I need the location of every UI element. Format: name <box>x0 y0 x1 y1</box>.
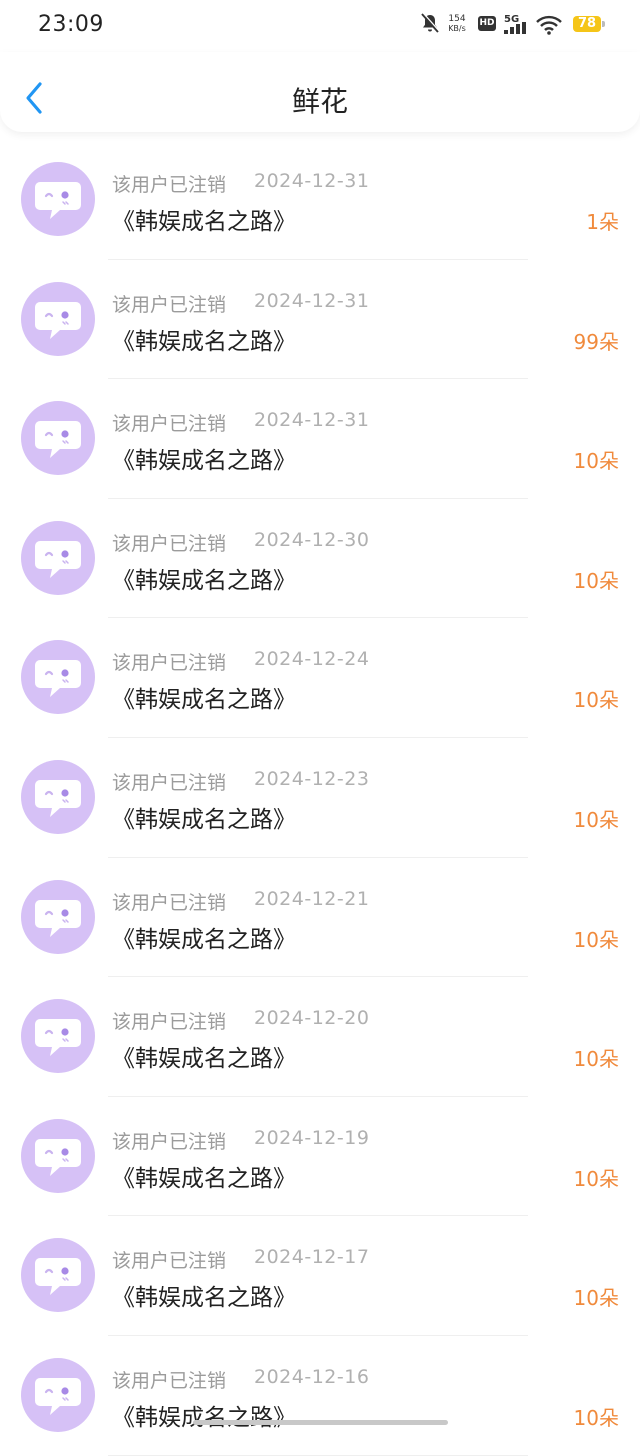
record-date: 2024-12-24 <box>254 648 370 671</box>
chat-bubble-face-icon <box>35 540 81 578</box>
flower-count: 10朵 <box>573 688 619 713</box>
flower-count: 10朵 <box>573 1166 619 1191</box>
avatar[interactable] <box>21 1238 95 1313</box>
record-date: 2024-12-30 <box>254 528 370 551</box>
username: 该用户已注销 <box>112 532 227 555</box>
username: 该用户已注销 <box>112 1250 227 1273</box>
list-item[interactable]: 该用户已注销 2024-12-21 《韩娱成名之路》 10朵 <box>0 858 640 978</box>
avatar[interactable] <box>21 520 95 595</box>
list-item[interactable]: 该用户已注销 2024-12-31 《韩娱成名之路》 10朵 <box>0 379 640 499</box>
net-speed: 154 KB/s <box>448 14 466 33</box>
chat-bubble-face-icon <box>35 421 81 459</box>
flower-count: 10朵 <box>573 1047 619 1072</box>
signal-bars-icon <box>504 22 526 34</box>
flower-count: 99朵 <box>573 329 619 354</box>
list-item[interactable]: 该用户已注销 2024-12-31 《韩娱成名之路》 1朵 <box>0 140 640 260</box>
home-indicator[interactable] <box>193 1420 448 1425</box>
book-title[interactable]: 《韩娱成名之路》 <box>112 800 296 834</box>
username: 该用户已注销 <box>112 1369 227 1392</box>
flower-record-list: 该用户已注销 2024-12-31 《韩娱成名之路》 1朵 该用户已注销 2024-12-… <box>0 140 640 1456</box>
avatar[interactable] <box>21 1118 95 1193</box>
list-item[interactable]: 该用户已注销 2024-12-23 《韩娱成名之路》 10朵 <box>0 738 640 858</box>
chat-bubble-face-icon <box>35 1377 81 1415</box>
username: 该用户已注销 <box>112 771 227 794</box>
wifi-icon <box>536 15 562 35</box>
status-time: 23:09 <box>38 12 104 37</box>
page-title: 鲜花 <box>291 85 348 118</box>
record-date: 2024-12-21 <box>254 887 370 910</box>
avatar[interactable] <box>21 281 95 356</box>
avatar[interactable] <box>21 999 95 1074</box>
avatar[interactable] <box>21 401 95 476</box>
chat-bubble-face-icon <box>35 301 81 339</box>
chat-bubble-face-icon <box>35 182 81 219</box>
chat-bubble-face-icon <box>35 779 81 817</box>
record-date: 2024-12-31 <box>254 409 370 432</box>
flower-count: 10朵 <box>573 807 619 832</box>
chat-bubble-face-icon <box>35 1138 81 1176</box>
list-item[interactable]: 该用户已注销 2024-12-30 《韩娱成名之路》 10朵 <box>0 499 640 619</box>
record-date: 2024-12-23 <box>254 767 370 790</box>
list-item[interactable]: 该用户已注销 2024-12-17 《韩娱成名之路》 10朵 <box>0 1216 640 1336</box>
record-date: 2024-12-31 <box>254 289 370 312</box>
chat-bubble-face-icon <box>35 899 81 937</box>
list-item[interactable]: 该用户已注销 2024-12-19 《韩娱成名之路》 10朵 <box>0 1097 640 1217</box>
list-item[interactable]: 该用户已注销 2024-12-16 《韩娱成名之路》 10朵 <box>0 1336 640 1456</box>
battery-icon: 78 <box>573 16 601 32</box>
book-title[interactable]: 《韩娱成名之路》 <box>112 920 296 954</box>
record-date: 2024-12-19 <box>254 1126 370 1149</box>
battery-tip <box>602 21 605 27</box>
book-title[interactable]: 《韩娱成名之路》 <box>112 441 296 475</box>
status-icons: 154 KB/s HD 5G 78 <box>420 12 610 40</box>
chat-bubble-face-icon <box>35 1019 81 1057</box>
avatar[interactable] <box>21 162 95 236</box>
username: 该用户已注销 <box>112 413 227 436</box>
book-title[interactable]: 《韩娱成名之路》 <box>112 561 296 595</box>
username: 该用户已注销 <box>112 1011 227 1034</box>
avatar[interactable] <box>21 759 95 834</box>
list-item[interactable]: 该用户已注销 2024-12-31 《韩娱成名之路》 99朵 <box>0 260 640 380</box>
username: 该用户已注销 <box>112 891 227 914</box>
book-title[interactable]: 《韩娱成名之路》 <box>112 322 296 356</box>
book-title[interactable]: 《韩娱成名之路》 <box>112 1039 296 1073</box>
book-title[interactable]: 《韩娱成名之路》 <box>112 680 296 714</box>
flower-count: 10朵 <box>573 927 619 952</box>
record-date: 2024-12-31 <box>254 170 370 192</box>
book-title[interactable]: 《韩娱成名之路》 <box>112 1159 296 1193</box>
list-item[interactable]: 该用户已注销 2024-12-24 《韩娱成名之路》 10朵 <box>0 618 640 738</box>
username: 该用户已注销 <box>112 1130 227 1153</box>
username: 该用户已注销 <box>112 293 227 316</box>
book-title[interactable]: 《韩娱成名之路》 <box>112 1278 296 1312</box>
flower-count: 1朵 <box>586 210 619 234</box>
username: 该用户已注销 <box>112 174 227 196</box>
avatar[interactable] <box>21 1357 95 1432</box>
bell-muted-icon <box>421 12 440 33</box>
list-item[interactable]: 该用户已注销 2024-12-20 《韩娱成名之路》 10朵 <box>0 977 640 1097</box>
flower-count: 10朵 <box>573 568 619 593</box>
book-title[interactable]: 《韩娱成名之路》 <box>112 202 296 236</box>
avatar[interactable] <box>21 640 95 715</box>
username: 该用户已注销 <box>112 652 227 675</box>
chat-bubble-face-icon <box>35 1258 81 1296</box>
hd-badge: HD <box>478 16 496 31</box>
record-date: 2024-12-16 <box>254 1365 370 1388</box>
flower-count: 10朵 <box>573 449 619 474</box>
chat-bubble-face-icon <box>35 660 81 698</box>
record-date: 2024-12-17 <box>254 1246 370 1269</box>
record-date: 2024-12-20 <box>254 1007 370 1030</box>
avatar[interactable] <box>21 879 95 954</box>
nav-header: 鲜花 <box>0 52 640 132</box>
flower-count: 10朵 <box>573 1286 619 1311</box>
status-bar: 23:09 154 KB/s HD 5G 78 <box>0 0 640 52</box>
